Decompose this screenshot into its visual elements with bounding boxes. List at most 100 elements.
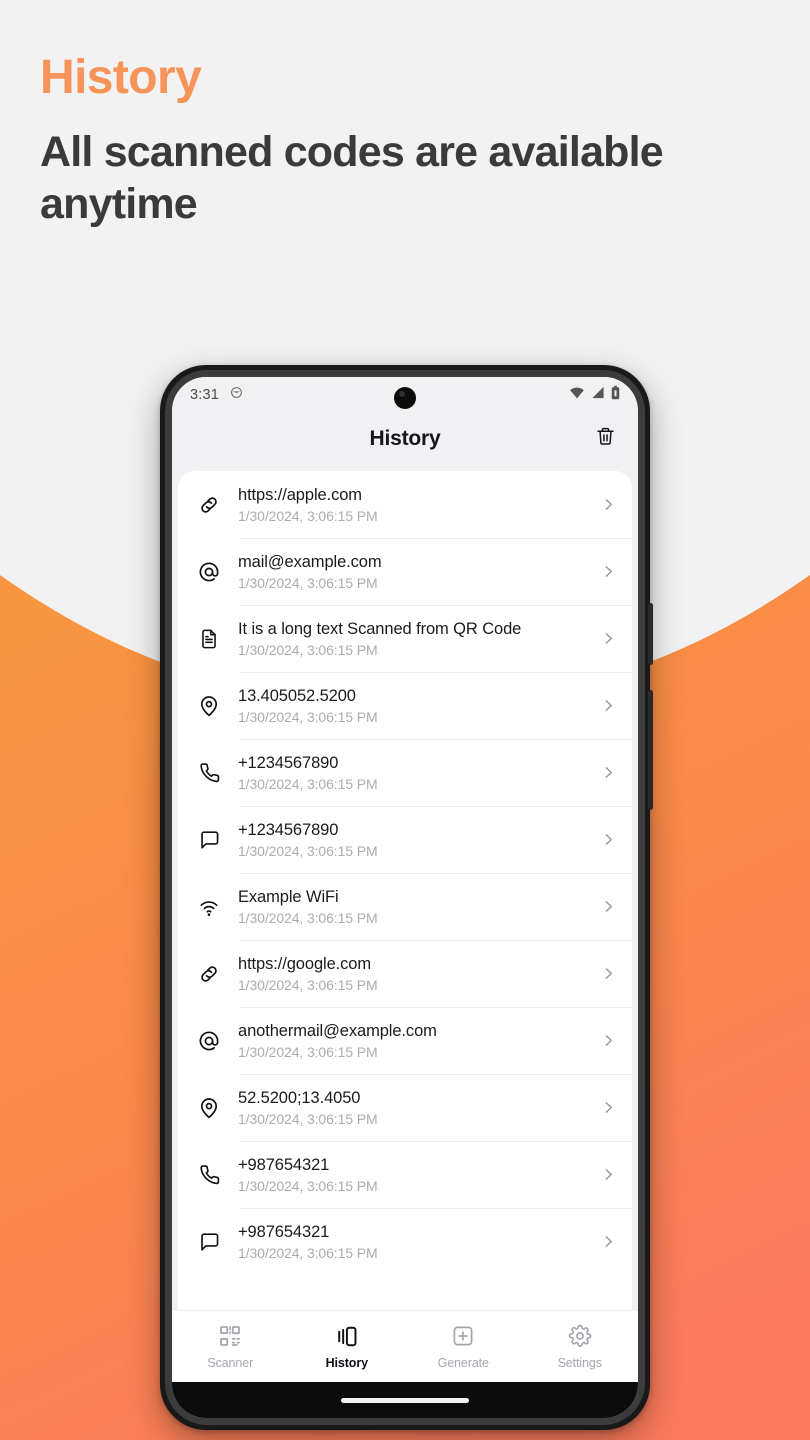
nav-item-history[interactable]: History [289, 1323, 406, 1370]
history-row-body: anothermail@example.com 1/30/2024, 3:06:… [238, 1021, 584, 1060]
chevron-right-icon [598, 898, 618, 915]
plus-box-icon [451, 1323, 475, 1349]
wifi-icon [194, 895, 224, 919]
history-row-body: Example WiFi 1/30/2024, 3:06:15 PM [238, 887, 584, 926]
phone-screen: 3:31 History https://apple.com 1/30/2024… [172, 377, 638, 1418]
history-row-title: 13.405052.5200 [238, 687, 356, 706]
qr-code-icon [218, 1323, 242, 1349]
at-icon [194, 560, 224, 584]
phone-icon [194, 761, 224, 784]
chevron-right-icon [598, 1233, 618, 1250]
trash-icon [595, 426, 616, 452]
history-row-body: +987654321 1/30/2024, 3:06:15 PM [238, 1222, 584, 1261]
history-row-date: 1/30/2024, 3:06:15 PM [238, 909, 378, 926]
chevron-right-icon [598, 1166, 618, 1183]
battery-icon [611, 385, 620, 405]
history-row-date: 1/30/2024, 3:06:15 PM [238, 574, 378, 591]
history-row-title: +1234567890 [238, 754, 339, 773]
history-row-body: It is a long text Scanned from QR Code 1… [238, 619, 584, 658]
history-row[interactable]: https://google.com 1/30/2024, 3:06:15 PM [178, 940, 632, 1007]
status-bar-clock: 3:31 [190, 387, 220, 403]
history-row-body: +1234567890 1/30/2024, 3:06:15 PM [238, 753, 584, 792]
history-row-body: +987654321 1/30/2024, 3:06:15 PM [238, 1155, 584, 1194]
history-row-body: 13.405052.5200 1/30/2024, 3:06:15 PM [238, 686, 584, 725]
delete-all-button[interactable] [590, 424, 620, 454]
phone-icon [194, 1163, 224, 1186]
circle-icon [230, 386, 243, 404]
gear-icon [568, 1323, 592, 1349]
chevron-right-icon [598, 764, 618, 781]
camera-punch-hole [394, 387, 416, 409]
history-row[interactable]: It is a long text Scanned from QR Code 1… [178, 605, 632, 672]
history-row-title: anothermail@example.com [238, 1022, 437, 1041]
cards-stack-icon [334, 1323, 359, 1349]
status-bar-left: 3:31 [190, 386, 243, 404]
nav-item-scanner[interactable]: Scanner [172, 1323, 289, 1370]
phone-power-button [648, 690, 653, 810]
history-row-title: It is a long text Scanned from QR Code [238, 620, 522, 639]
history-row[interactable]: 13.405052.5200 1/30/2024, 3:06:15 PM [178, 672, 632, 739]
history-row[interactable]: https://apple.com 1/30/2024, 3:06:15 PM [178, 471, 632, 538]
history-row-date: 1/30/2024, 3:06:15 PM [238, 708, 378, 725]
history-row-body: https://google.com 1/30/2024, 3:06:15 PM [238, 954, 584, 993]
history-row-date: 1/30/2024, 3:06:15 PM [238, 976, 378, 993]
history-row-date: 1/30/2024, 3:06:15 PM [238, 1177, 378, 1194]
chevron-right-icon [598, 630, 618, 647]
history-row-title: +987654321 [238, 1156, 330, 1175]
history-row[interactable]: +1234567890 1/30/2024, 3:06:15 PM [178, 739, 632, 806]
chevron-right-icon [598, 1032, 618, 1049]
home-indicator[interactable] [341, 1397, 469, 1403]
cellular-signal-icon [591, 386, 605, 404]
nav-item-label: Generate [437, 1356, 489, 1370]
history-row-title: +987654321 [238, 1223, 330, 1242]
location-icon [194, 1096, 224, 1120]
history-row-title: +1234567890 [238, 821, 339, 840]
nav-item-label: Scanner [207, 1356, 254, 1370]
history-row-title: Example WiFi [238, 888, 339, 907]
document-icon [194, 628, 224, 650]
nav-item-label: Settings [557, 1356, 602, 1370]
history-row-title: 52.5200;13.4050 [238, 1089, 361, 1108]
gesture-nav-area [172, 1382, 638, 1418]
chevron-right-icon [598, 831, 618, 848]
history-row[interactable]: anothermail@example.com 1/30/2024, 3:06:… [178, 1007, 632, 1074]
history-row[interactable]: +1234567890 1/30/2024, 3:06:15 PM [178, 806, 632, 873]
chevron-right-icon [598, 1099, 618, 1116]
history-row[interactable]: Example WiFi 1/30/2024, 3:06:15 PM [178, 873, 632, 940]
phone-mockup: 3:31 History https://apple.com 1/30/2024… [160, 365, 653, 1430]
history-row[interactable]: +987654321 1/30/2024, 3:06:15 PM [178, 1141, 632, 1208]
message-icon [194, 1230, 224, 1253]
message-icon [194, 828, 224, 851]
chevron-right-icon [598, 563, 618, 580]
wifi-icon [569, 386, 585, 404]
phone-volume-button [648, 603, 653, 665]
chevron-right-icon [598, 697, 618, 714]
history-row-body: +1234567890 1/30/2024, 3:06:15 PM [238, 820, 584, 859]
link-icon [194, 493, 224, 517]
history-row[interactable]: mail@example.com 1/30/2024, 3:06:15 PM [178, 538, 632, 605]
page-title: History [369, 427, 441, 450]
history-row-date: 1/30/2024, 3:06:15 PM [238, 1110, 378, 1127]
history-row-date: 1/30/2024, 3:06:15 PM [238, 1043, 378, 1060]
history-row-date: 1/30/2024, 3:06:15 PM [238, 507, 378, 524]
at-icon [194, 1029, 224, 1053]
history-row-title: https://apple.com [238, 486, 362, 505]
promo-title: History [40, 51, 202, 104]
nav-item-label: History [325, 1356, 368, 1370]
nav-item-generate[interactable]: Generate [405, 1323, 522, 1370]
history-row-title: mail@example.com [238, 553, 382, 572]
history-row[interactable]: +987654321 1/30/2024, 3:06:15 PM [178, 1208, 632, 1275]
history-row-date: 1/30/2024, 3:06:15 PM [238, 1244, 378, 1261]
nav-item-settings[interactable]: Settings [522, 1323, 639, 1370]
history-row-date: 1/30/2024, 3:06:15 PM [238, 842, 378, 859]
history-row-body: mail@example.com 1/30/2024, 3:06:15 PM [238, 552, 584, 591]
location-icon [194, 694, 224, 718]
chevron-right-icon [598, 496, 618, 513]
bottom-navigation: Scanner History Generate Settings [172, 1310, 638, 1382]
history-list: https://apple.com 1/30/2024, 3:06:15 PM … [178, 471, 632, 1310]
history-row-title: https://google.com [238, 955, 372, 974]
history-row[interactable]: 52.5200;13.4050 1/30/2024, 3:06:15 PM [178, 1074, 632, 1141]
promo-headline: History All scanned codes are available … [0, 0, 810, 231]
status-bar-right [569, 385, 620, 405]
app-header: History [172, 413, 638, 465]
